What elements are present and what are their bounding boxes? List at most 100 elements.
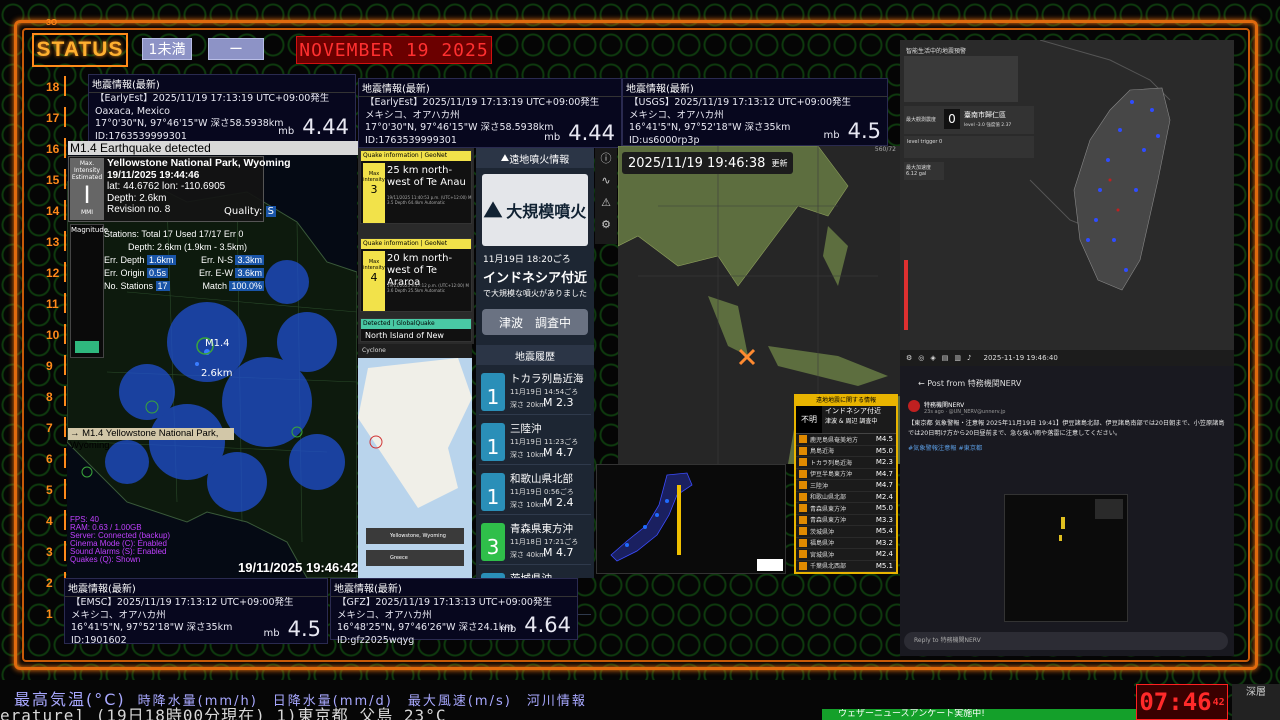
geonet-card[interactable]: Quake information | GeoNet Max intensity… [360,238,472,312]
geonet-title: 25 km north-west of Te Anau [387,165,466,188]
intensity-swatch [799,469,807,478]
info-row[interactable]: 千葉県北西部 M5.1 [796,561,896,572]
history-mag: M 4.7 [543,546,574,559]
taiwan-max-box: 最大觀測震度 0 臺南市歸仁區 level -3.0 強度值 2.37 [904,106,1034,134]
mag-value: 4.44 [302,115,349,139]
asia-corner-label: 560/72 [874,146,896,153]
intensity-swatch [799,527,807,536]
quake-card-earlyest-jp[interactable]: 地震情報(最新) 【EarlyEst】2025/11/19 17:13:19 U… [358,78,622,148]
info-row-name: 福島県沖 [810,540,835,548]
reply-input[interactable]: Reply to 特務機関NERV [904,632,1228,650]
geonet-card[interactable]: Quake information | GeoNet Max intensity… [360,150,472,224]
warning-icon[interactable]: ⚠ [595,192,617,214]
taiwan-eew-panel[interactable]: 智能生活中的地震預警 最大觀測震度 0 臺南市歸仁區 level -3.0 強度… [900,40,1234,366]
japan-intensity-panel[interactable] [596,464,786,574]
err-ew: 3.6km [235,268,264,278]
depth-range: Depth: 2.6km (1.9km - 3.5km) [128,242,248,252]
no-stations: 17 [155,281,170,291]
chart-icon[interactable]: ▥ [954,354,961,362]
date-display: NOVEMBER 19 2025 [296,36,492,64]
history-row[interactable]: 1 トカラ列島近海 11月19日 14:54ごろ 深さ 20km M 2.3 [479,365,591,415]
cyclone-panel[interactable]: Cyclone Yellowstone, Wyoming Greece [358,344,472,578]
err-origin: 0.5s [147,268,169,278]
ruler-tick: 17 [46,111,60,125]
status-button[interactable]: STATUS [32,33,128,67]
post-header: ← Post from 特務機関NERV [900,366,1234,396]
gear-icon[interactable]: ⚙ [595,214,617,236]
level-chip[interactable]: ー [208,38,264,60]
post-tags[interactable]: #気象警報注意報 #東京都 [900,439,1234,456]
ruler-tick: 18 [46,80,60,94]
quality-label: Quality: [224,206,263,217]
history-row[interactable]: 3 青森県東方沖 11月18日 17:21ごろ 深さ 40km M 4.7 [479,515,591,565]
info-icon[interactable]: ⓘ [595,148,617,170]
tsunami-button[interactable]: 津波 調査中 [482,309,588,335]
err-depth: 1.6km [147,255,176,265]
geonet-intensity: Max intensity 4 [363,251,385,311]
info-row[interactable]: トカラ列島近海 M2.3 [796,457,896,469]
cyclone-item[interactable]: Yellowstone, Wyoming [366,528,464,544]
history-row[interactable]: 1 和歌山県北部 11月19日 0:56ごろ 深さ 10km M 2.4 [479,465,591,515]
ticker-line-2: erature] (19日18時00分現在) 1)東京都 父島 23°C [0,706,447,720]
post-author[interactable]: 特務機関NERV 23s ago · @UN_NERV@unnerv.jp [900,396,1234,419]
distant-quake-panel[interactable]: 遠地地震に関する情報 不明 インドネシア付近 津波 & 周辺 調査中 鹿児島県奄… [794,394,898,574]
info-row-name: 宮城県沖 [810,551,835,559]
history-row[interactable]: 1 三陸沖 11月19日 11:23ごろ 深さ 10km M 4.7 [479,415,591,465]
back-arrow-icon[interactable]: ← [918,379,925,388]
mag-unit: mb [500,624,517,635]
info-row-mag: M4.5 [875,435,893,444]
info-row[interactable]: 和歌山県北部 M2.4 [796,492,896,503]
mmi-label: Max. Intensity Estimated [71,160,103,181]
quake-card-gfz[interactable]: 地震情報(最新) 【GFZ】2025/11/19 17:13:13 UTC+09… [330,578,578,646]
volcano-header: ⛰ 遠地噴火情報 [476,148,594,168]
card-source: 【EMSC】2025/11/19 17:13:12 UTC+09:00発生 [71,597,294,608]
match-label: Match [202,281,227,291]
intensity-chip[interactable]: 1未満 [142,38,192,60]
geonet-card[interactable]: Detected | GlobalQuake North Island of N… [360,318,472,342]
post-image[interactable] [1004,494,1128,622]
err-ns: 3.3km [235,255,264,265]
intensity-swatch [799,550,807,559]
ruler-tick: 2 [46,576,53,590]
card-title: 地震情報(最新) [623,79,887,97]
wave-icon[interactable]: ∿ [595,170,617,192]
info-row[interactable]: 鹿児島県奄美地方 M4.5 [796,434,896,446]
info-row-mag: M2.4 [875,550,893,559]
ruler-line [64,262,66,282]
geonet-header: Detected | GlobalQuake [361,319,471,329]
quake-card-usgs[interactable]: 地震情報(最新) 【USGS】2025/11/19 17:13:12 UTC+0… [622,78,888,146]
info-row[interactable]: 伊豆半島東方沖 M4.7 [796,469,896,480]
map-event-label[interactable]: → M1.4 Yellowstone National Park, Wyomin… [68,428,234,451]
intensity-swatch [799,446,807,455]
info-row[interactable]: 福島県沖 M3.2 [796,538,896,549]
taiwan-max-value: 0 [944,109,960,129]
info-row[interactable]: 青森県東方沖 M5.0 [796,503,896,515]
corner-label: 深層 [1232,684,1280,720]
taiwan-max-label: 最大觀測震度 [906,117,937,123]
volcano-header-label: 遠地噴火情報 [509,154,570,166]
sound-icon[interactable]: ♪ [967,354,971,362]
geonet-sub: 19/11/2025 9:27:12 p.m. (UTC+12:00) M 3.… [387,283,469,293]
volcano-card[interactable]: ⛰ 大規模噴火 [482,174,588,246]
layers-icon[interactable]: ▤ [942,354,949,362]
ruler-line [64,138,66,158]
taiwan-time: 2025-11-19 19:46:40 [983,354,1058,362]
settings-icon[interactable]: ⚙ [906,354,912,362]
ruler-tick: 7 [46,421,53,435]
info-row-mag: M4.7 [875,469,893,478]
info-row[interactable]: 青森県東方沖 M3.3 [796,515,896,526]
cyclone-item[interactable]: Greece [366,550,464,566]
info-row[interactable]: 宮城県沖 M2.4 [796,549,896,561]
location-icon[interactable]: ◈ [930,354,935,362]
target-icon[interactable]: ◎ [918,354,924,362]
info-row[interactable]: 三陸沖 M4.7 [796,480,896,492]
ruler-tick: 4 [46,514,53,528]
info-row[interactable]: 鳥島近海 M5.0 [796,446,896,457]
info-row[interactable]: 茨城県沖 M5.4 [796,526,896,538]
geonet-intensity-value: 4 [370,271,378,284]
quake-card-earlyest-en[interactable]: 地震情報(最新) 【EarlyEst】2025/11/19 17:13:19 U… [88,74,356,142]
magnitude-meter: Magnitude [70,224,108,358]
info-row-mag: M5.0 [875,446,893,455]
geonet-intensity: Max intensity 3 [363,163,385,223]
quake-card-emsc[interactable]: 地震情報(最新) 【EMSC】2025/11/19 17:13:12 UTC+0… [64,578,328,646]
